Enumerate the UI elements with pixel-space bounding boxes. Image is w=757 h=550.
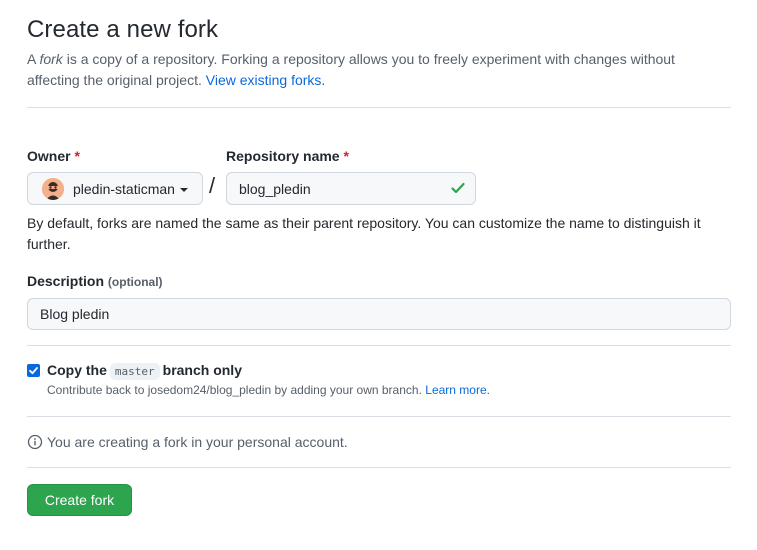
fork-term: fork <box>39 51 63 67</box>
owner-label: Owner * <box>27 148 80 164</box>
learn-more-link[interactable]: Learn more. <box>425 383 490 397</box>
personal-account-notice: You are creating a fork in your personal… <box>27 434 348 450</box>
copy-branch-note: Contribute back to josedom24/blog_pledin… <box>47 383 490 397</box>
view-existing-forks-link[interactable]: View existing forks. <box>206 72 326 88</box>
naming-help-text: By default, forks are named the same as … <box>27 215 701 252</box>
copy-branch-label[interactable]: Copy the master branch only <box>47 362 242 380</box>
check-icon <box>450 180 466 199</box>
owner-dropdown[interactable]: pledin-staticman <box>27 172 203 205</box>
intro-text: A fork is a copy of a repository. Forkin… <box>27 51 675 88</box>
optional-tag: (optional) <box>107 275 163 289</box>
owner-repo-separator: / <box>209 173 216 198</box>
branch-name: master <box>109 363 160 380</box>
create-fork-button[interactable]: Create fork <box>27 484 132 516</box>
avatar <box>42 177 64 200</box>
description-input[interactable] <box>27 298 731 330</box>
chevron-down-icon <box>179 187 188 192</box>
required-mark: * <box>74 148 80 164</box>
divider <box>27 467 731 468</box>
repository-name-label: Repository name * <box>226 148 349 164</box>
divider <box>27 107 731 108</box>
owner-name: pledin-staticman <box>73 180 175 197</box>
repository-name-input[interactable] <box>226 172 476 205</box>
divider <box>27 416 731 417</box>
info-text: You are creating a fork in your personal… <box>47 434 348 450</box>
page-title: Create a new fork <box>27 16 219 43</box>
checkmark-icon <box>29 367 38 375</box>
divider <box>27 345 731 346</box>
description-label: Description (optional) <box>27 273 163 289</box>
required-mark: * <box>343 148 349 164</box>
info-icon <box>27 434 43 450</box>
copy-branch-checkbox[interactable] <box>27 364 40 377</box>
